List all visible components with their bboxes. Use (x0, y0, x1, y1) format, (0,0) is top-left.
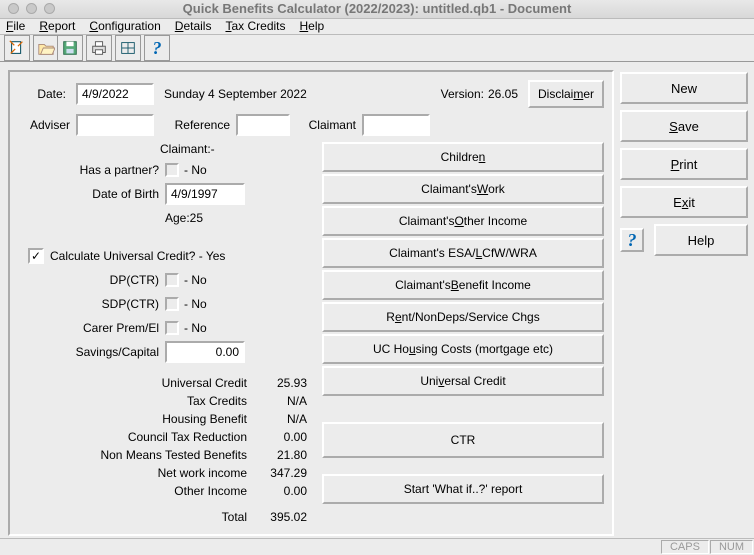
sdp-checkbox[interactable] (165, 297, 179, 311)
side-help-row: ? Help (620, 224, 748, 256)
res-uc-label: Universal Credit (22, 376, 247, 390)
res-hb-value: N/A (261, 412, 307, 426)
partner-label: Has a partner? (22, 163, 159, 177)
partner-value: - No (184, 163, 207, 177)
res-net-value: 347.29 (261, 466, 307, 480)
res-total-value: 395.02 (261, 510, 307, 524)
menu-report[interactable]: Report (39, 19, 75, 33)
nav-rent[interactable]: Rent/NonDeps/Service Chgs (322, 302, 604, 332)
toolbar-save-icon[interactable] (58, 36, 82, 60)
res-tc-value: N/A (261, 394, 307, 408)
claimant-heading: Claimant:- (160, 142, 312, 156)
help-icon[interactable]: ? (620, 228, 644, 252)
nav-uc[interactable]: Universal Credit (322, 366, 604, 396)
side-help-button[interactable]: Help (654, 224, 748, 256)
titlebar: Quick Benefits Calculator (2022/2023): u… (0, 0, 754, 19)
left-column: Claimant:- Has a partner? - No Date of B… (22, 142, 312, 526)
toolbar-print-icon[interactable] (87, 36, 111, 60)
version-value: 26.05 (488, 87, 518, 101)
res-total-label: Total (22, 510, 247, 524)
res-nmt-value: 21.80 (261, 448, 307, 462)
carer-value: - No (184, 321, 207, 335)
workspace: Date: Sunday 4 September 2022 Version: 2… (0, 62, 754, 538)
uc-checkbox[interactable]: ✓ (28, 248, 44, 264)
side-panel: New Save Print Exit ? Help (620, 70, 748, 536)
adviser-input[interactable] (76, 114, 154, 136)
toolbar-open-icon[interactable] (34, 36, 58, 60)
version-label: Version: (441, 87, 484, 101)
savings-label: Savings/Capital (22, 345, 159, 359)
side-new-button[interactable]: New (620, 72, 748, 104)
sdp-label: SDP(CTR) (22, 297, 159, 311)
toolbar-grid-icon[interactable] (116, 36, 140, 60)
adviser-label: Adviser (22, 118, 70, 132)
menubar: File Report Configuration Details Tax Cr… (0, 19, 754, 35)
date-input[interactable] (76, 83, 154, 105)
res-other-value: 0.00 (261, 484, 307, 498)
side-print-button[interactable]: Print (620, 148, 748, 180)
res-other-label: Other Income (22, 484, 247, 498)
statusbar: CAPS NUM (0, 538, 754, 555)
nav-benefit-income[interactable]: Claimant's Benefit Income (322, 270, 604, 300)
dp-label: DP(CTR) (22, 273, 159, 287)
uc-calc-label: Calculate Universal Credit? - Yes (50, 249, 225, 263)
dp-value: - No (184, 273, 207, 287)
res-uc-value: 25.93 (261, 376, 307, 390)
nav-other-income[interactable]: Claimant's Other Income (322, 206, 604, 236)
date-label: Date: (22, 87, 66, 101)
res-ctr-value: 0.00 (261, 430, 307, 444)
status-caps: CAPS (661, 540, 709, 554)
toolbar-new-icon[interactable] (5, 36, 29, 60)
side-save-button[interactable]: Save (620, 110, 748, 142)
age-label: Age:25 (165, 211, 203, 225)
res-tc-label: Tax Credits (22, 394, 247, 408)
savings-input[interactable] (165, 341, 245, 363)
res-net-label: Net work income (22, 466, 247, 480)
window-title: Quick Benefits Calculator (2022/2023): u… (0, 1, 754, 16)
menu-help[interactable]: Help (300, 19, 325, 33)
res-ctr-label: Council Tax Reduction (22, 430, 247, 444)
date-long: Sunday 4 September 2022 (164, 87, 307, 101)
dob-input[interactable] (165, 183, 245, 205)
nav-esa[interactable]: Claimant's ESA/LCfW/WRA (322, 238, 604, 268)
reference-input[interactable] (236, 114, 290, 136)
menu-details[interactable]: Details (175, 19, 212, 33)
status-num: NUM (710, 540, 753, 554)
menu-tax-credits[interactable]: Tax Credits (225, 19, 285, 33)
disclaimer-button[interactable]: Disclaimer (528, 80, 604, 108)
res-nmt-label: Non Means Tested Benefits (22, 448, 247, 462)
sdp-value: - No (184, 297, 207, 311)
nav-whatif[interactable]: Start 'What if..?' report (322, 474, 604, 504)
nav-work[interactable]: Claimant's Work (322, 174, 604, 204)
carer-checkbox[interactable] (165, 321, 179, 335)
results-block: Universal Credit 25.93 Tax Credits N/A Hou… (22, 374, 312, 526)
main-panel: Date: Sunday 4 September 2022 Version: 2… (8, 70, 614, 536)
menu-configuration[interactable]: Configuration (89, 19, 160, 33)
dob-label: Date of Birth (22, 187, 159, 201)
toolbar-help-icon[interactable]: ? (145, 36, 169, 60)
right-column: Children Claimant's Work Claimant's Othe… (322, 142, 604, 526)
dp-checkbox[interactable] (165, 273, 179, 287)
nav-children[interactable]: Children (322, 142, 604, 172)
toolbar: ? (0, 35, 754, 62)
claimant-label: Claimant (296, 118, 356, 132)
nav-ctr[interactable]: CTR (322, 422, 604, 458)
partner-checkbox[interactable] (165, 163, 179, 177)
menu-file[interactable]: File (6, 19, 25, 33)
reference-label: Reference (160, 118, 230, 132)
side-exit-button[interactable]: Exit (620, 186, 748, 218)
claimant-input[interactable] (362, 114, 430, 136)
carer-label: Carer Prem/El (22, 321, 159, 335)
res-hb-label: Housing Benefit (22, 412, 247, 426)
nav-uc-housing[interactable]: UC Housing Costs (mortgage etc) (322, 334, 604, 364)
